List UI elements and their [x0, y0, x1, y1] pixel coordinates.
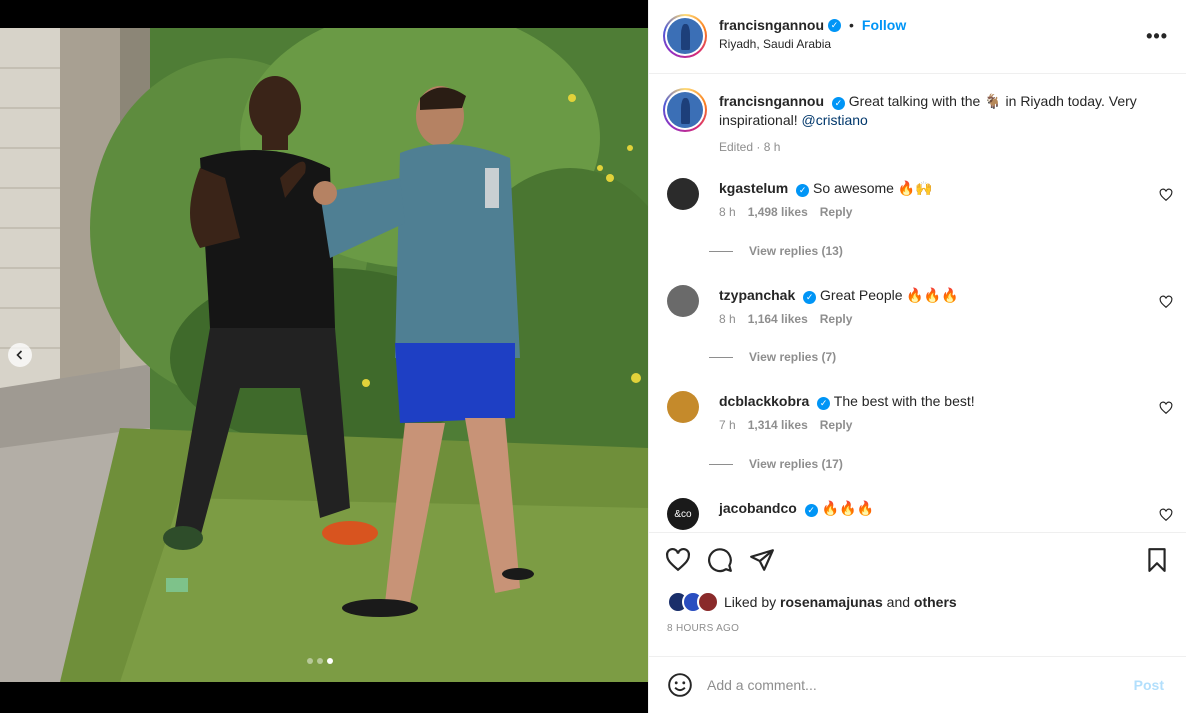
more-options-button[interactable]: •••	[1146, 26, 1168, 47]
commenter-avatar[interactable]	[667, 285, 699, 317]
comment-text: 🔥🔥🔥	[821, 500, 874, 516]
liker-avatar[interactable]	[697, 591, 719, 613]
liked-user-link[interactable]: rosenamajunas	[780, 594, 883, 610]
caption-mention-link[interactable]: @cristiano	[802, 112, 868, 128]
post-side-panel: francisngannou ✓ • Follow Riyadh, Saudi …	[648, 0, 1186, 713]
goat-emoji: 🐐	[984, 93, 1002, 109]
comment-like-heart-icon[interactable]	[1159, 188, 1173, 202]
post-actions: Liked by rosenamajunas and others 8 HOUR…	[649, 532, 1186, 656]
commenter-avatar[interactable]: &co	[667, 498, 699, 530]
comment-time[interactable]: 8 h	[719, 312, 736, 326]
comment-like-heart-icon[interactable]	[1159, 295, 1173, 309]
caption-meta: Edited · 8 h	[719, 140, 781, 154]
comment-icon[interactable]	[707, 547, 733, 573]
carousel-dot-active	[327, 658, 333, 664]
carousel-prev-button[interactable]	[8, 343, 32, 367]
view-replies-button[interactable]: View replies (13)	[709, 244, 843, 258]
liked-by-row: Liked by rosenamajunas and others	[667, 591, 957, 613]
author-avatar[interactable]	[663, 14, 707, 58]
liked-conj: and	[886, 594, 911, 610]
verified-badge-icon: ✓	[803, 291, 817, 304]
view-replies-button[interactable]: View replies (17)	[709, 457, 843, 471]
heart-icon[interactable]	[665, 547, 691, 573]
verified-badge-icon: ✓	[817, 397, 831, 410]
verified-badge-icon: ✓	[828, 18, 842, 32]
post-header: francisngannou ✓ • Follow Riyadh, Saudi …	[649, 0, 1186, 74]
follow-button[interactable]: Follow	[862, 17, 906, 33]
bookmark-icon[interactable]	[1144, 547, 1170, 573]
post-media	[0, 0, 648, 713]
comment-like-heart-icon[interactable]	[1159, 401, 1173, 415]
comment-username[interactable]: dcblackkobra	[719, 393, 809, 409]
view-replies-label[interactable]: View replies (17)	[749, 457, 843, 471]
send-icon[interactable]	[749, 547, 775, 573]
comment-text: So awesome 🔥🙌	[813, 180, 933, 196]
chevron-left-icon	[16, 350, 23, 360]
smiley-icon[interactable]	[667, 672, 693, 698]
liked-others-link[interactable]: others	[914, 594, 957, 610]
view-replies-label[interactable]: View replies (13)	[749, 244, 843, 258]
comment-text: Great People 🔥🔥🔥	[820, 287, 959, 303]
view-replies-label[interactable]: View replies (7)	[749, 350, 836, 364]
header-separator: •	[849, 17, 854, 33]
caption-username[interactable]: francisngannou	[719, 93, 824, 109]
post-timestamp[interactable]: 8 HOURS AGO	[667, 623, 739, 634]
comment-reply-button[interactable]: Reply	[820, 312, 853, 326]
carousel-dot	[317, 658, 323, 664]
photo-illustration	[0, 28, 648, 682]
comment-reply-button[interactable]: Reply	[820, 418, 853, 432]
add-comment-bar: Post	[649, 656, 1186, 713]
caption-avatar[interactable]	[663, 88, 707, 132]
comment-username[interactable]: kgastelum	[719, 180, 788, 196]
comment-text: The best with the best!	[833, 393, 975, 409]
comment-like-heart-icon[interactable]	[1159, 508, 1173, 522]
view-replies-button[interactable]: View replies (7)	[709, 350, 836, 364]
post-photo[interactable]	[0, 28, 648, 682]
comment-likes[interactable]: 1,164 likes	[748, 312, 808, 326]
carousel-dot	[307, 658, 313, 664]
verified-badge-icon: ✓	[796, 184, 810, 197]
comment-username[interactable]: jacobandco	[719, 500, 797, 516]
comment-username[interactable]: tzypanchak	[719, 287, 795, 303]
add-comment-input[interactable]	[707, 673, 1107, 697]
commenter-avatar[interactable]	[667, 391, 699, 423]
comment-time[interactable]: 8 h	[719, 205, 736, 219]
liked-prefix: Liked by	[724, 594, 777, 610]
author-username[interactable]: francisngannou	[719, 17, 824, 33]
carousel-indicator	[307, 658, 333, 664]
commenter-avatar[interactable]	[667, 178, 699, 210]
verified-badge-icon: ✓	[804, 504, 818, 517]
comments-section[interactable]: francisngannou ✓ Great talking with the …	[649, 74, 1186, 532]
comment-time[interactable]: 7 h	[719, 418, 736, 432]
post-comment-button[interactable]: Post	[1134, 677, 1164, 693]
verified-badge-icon: ✓	[831, 97, 845, 110]
comment-reply-button[interactable]: Reply	[820, 205, 853, 219]
comment-likes[interactable]: 1,314 likes	[748, 418, 808, 432]
caption-text-before: Great talking with the	[848, 93, 981, 109]
comment-likes[interactable]: 1,498 likes	[748, 205, 808, 219]
post-location[interactable]: Riyadh, Saudi Arabia	[719, 37, 906, 51]
